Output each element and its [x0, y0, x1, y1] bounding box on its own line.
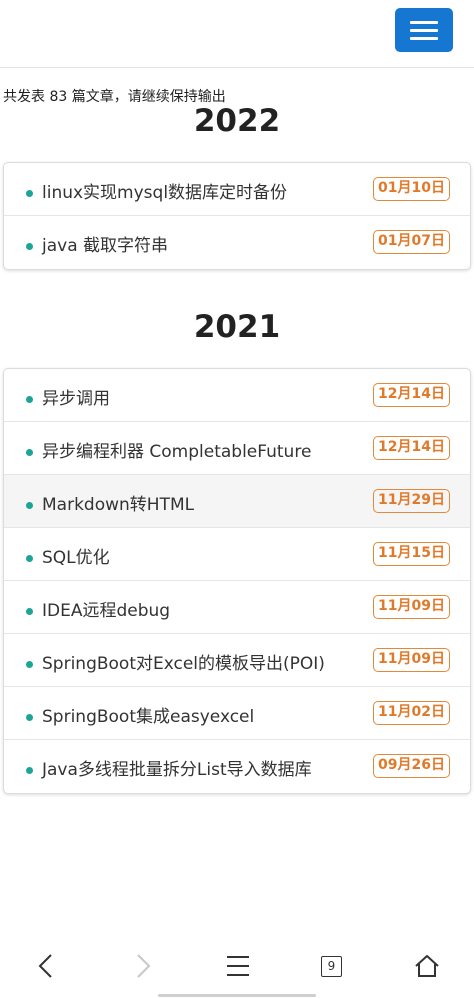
top-navbar — [0, 0, 474, 68]
post-row[interactable]: linux实现mysql数据库定时备份 01月10日 — [4, 163, 470, 216]
post-row[interactable]: SQL优化 11月15日 — [4, 528, 470, 581]
bullet-dot-icon — [26, 396, 33, 403]
bullet-dot-icon — [26, 767, 33, 774]
hamburger-icon-bar — [410, 37, 438, 40]
bullet-dot-icon — [26, 449, 33, 456]
year-heading-2021: 2021 — [193, 309, 281, 345]
home-icon[interactable] — [414, 953, 440, 979]
post-title-link[interactable]: IDEA远程debug — [42, 596, 170, 621]
post-row[interactable]: SpringBoot集成easyexcel 11月02日 — [4, 687, 470, 740]
tabs-icon[interactable]: 9 — [321, 956, 342, 977]
hamburger-icon-bar — [410, 29, 438, 32]
post-title-link[interactable]: SQL优化 — [42, 543, 110, 568]
hamburger-menu-button[interactable] — [395, 8, 453, 52]
post-row[interactable]: Java多线程批量拆分List导入数据库 09月26日 — [4, 740, 470, 793]
post-row[interactable]: SpringBoot对Excel的模板导出(POI) 11月09日 — [4, 634, 470, 687]
post-row[interactable]: 异步编程利器 CompletableFuture 12月14日 — [4, 422, 470, 475]
post-title-link[interactable]: SpringBoot集成easyexcel — [42, 702, 254, 727]
post-title-link[interactable]: 异步调用 — [42, 384, 110, 409]
post-date-badge: 01月07日 — [373, 230, 450, 254]
bullet-dot-icon — [26, 190, 33, 197]
post-row[interactable]: Markdown转HTML 11月29日 — [4, 475, 470, 528]
browser-bottom-bar: 9 — [0, 935, 474, 998]
hamburger-icon — [410, 21, 438, 24]
tab-count: 9 — [327, 959, 336, 973]
bullet-dot-icon — [26, 502, 33, 509]
post-date-badge: 11月29日 — [373, 489, 450, 513]
post-title-link[interactable]: java 截取字符串 — [42, 231, 168, 256]
post-date-badge: 11月15日 — [373, 542, 450, 566]
post-row[interactable]: IDEA远程debug 11月09日 — [4, 581, 470, 634]
back-icon[interactable] — [36, 953, 56, 979]
bullet-dot-icon — [26, 608, 33, 615]
year-2021-post-list: 异步调用 12月14日 异步编程利器 CompletableFuture 12月… — [3, 368, 471, 794]
post-date-badge: 09月26日 — [373, 754, 450, 778]
post-row[interactable]: java 截取字符串 01月07日 — [4, 216, 470, 269]
home-indicator — [158, 994, 316, 997]
post-title-link[interactable]: Markdown转HTML — [42, 490, 194, 515]
post-title-link[interactable]: 异步编程利器 CompletableFuture — [42, 437, 311, 462]
post-row[interactable]: 异步调用 12月14日 — [4, 369, 470, 422]
post-date-badge: 12月14日 — [373, 436, 450, 460]
bullet-dot-icon — [26, 243, 33, 250]
bullet-dot-icon — [26, 661, 33, 668]
post-title-link[interactable]: Java多线程批量拆分List导入数据库 — [42, 755, 312, 780]
post-date-badge: 11月09日 — [373, 595, 450, 619]
bullet-dot-icon — [26, 714, 33, 721]
post-date-badge: 01月10日 — [373, 177, 450, 201]
menu-icon[interactable] — [226, 953, 250, 979]
forward-icon[interactable] — [133, 953, 153, 979]
post-date-badge: 11月02日 — [373, 701, 450, 725]
post-date-badge: 11月09日 — [373, 648, 450, 672]
year-2022-post-list: linux实现mysql数据库定时备份 01月10日 java 截取字符串 01… — [3, 162, 471, 270]
post-title-link[interactable]: SpringBoot对Excel的模板导出(POI) — [42, 649, 325, 674]
post-title-link[interactable]: linux实现mysql数据库定时备份 — [42, 178, 287, 203]
bullet-dot-icon — [26, 555, 33, 562]
post-date-badge: 12月14日 — [373, 383, 450, 407]
year-heading-2022: 2022 — [193, 103, 281, 139]
